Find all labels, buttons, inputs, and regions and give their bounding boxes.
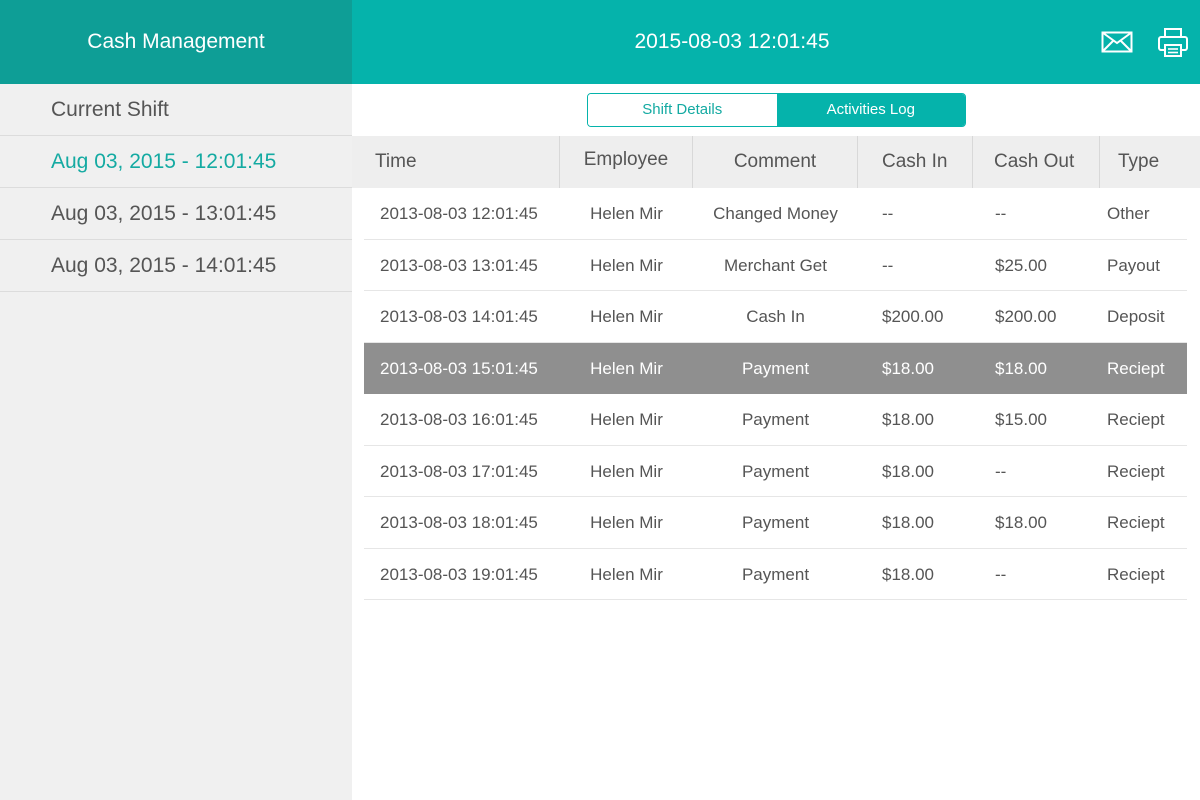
cell-time: 2013-08-03 18:01:45: [380, 513, 538, 532]
cell-time: 2013-08-03 12:01:45: [380, 204, 538, 223]
print-icon[interactable]: [1156, 26, 1190, 58]
cell-comment: Payment: [741, 461, 810, 481]
cell-employee: Helen Mir: [590, 255, 663, 275]
shift-datetime: 2015-08-03 12:01:45: [634, 30, 830, 53]
table-row[interactable]: 2013-08-03 17:01:45 Helen Mir Payment $18.0…: [364, 446, 1187, 497]
cell-type: Reciept: [1107, 358, 1165, 378]
cell-employee: Helen Mir: [590, 358, 663, 378]
mail-icon[interactable]: [1100, 26, 1134, 58]
cell-type: Deposit: [1107, 307, 1165, 326]
table-row[interactable]: 2013-08-03 15:01:45 Helen Mir Payment $18.0…: [364, 342, 1187, 394]
cell-employee: Helen Mir: [590, 564, 663, 584]
cell-cash-out: --: [995, 204, 1007, 223]
sidebar-item-shift[interactable]: Aug 03, 2015 - 14:01:45: [0, 240, 352, 292]
cell-comment: Payment: [741, 410, 810, 429]
cell-comment: Merchant Get: [724, 255, 827, 275]
cell-cash-in: $18.00: [882, 358, 934, 378]
sidebar-item-current-shift[interactable]: Current Shift: [0, 84, 352, 136]
cell-time: 2013-08-03 19:01:45: [380, 564, 538, 584]
table-row[interactable]: 2013-08-03 19:01:45 Helen Mir Payment $18.0…: [364, 549, 1187, 600]
sidebar-item-shift[interactable]: Aug 03, 2015 - 12:01:45: [0, 136, 352, 188]
tab-shift-details[interactable]: Shift Details: [588, 94, 777, 126]
cell-time: 2013-08-03 17:01:45: [380, 461, 538, 481]
cell-cash-out: $18.00: [995, 358, 1047, 378]
cell-cash-out: $25.00: [995, 255, 1047, 275]
table-row[interactable]: 2013-08-03 14:01:45 Helen Mir Cash In $200.…: [364, 291, 1187, 343]
cell-comment: Payment: [741, 513, 810, 532]
cell-comment: Cash In: [746, 307, 805, 326]
cell-type: Payout: [1107, 255, 1160, 275]
column-header-type[interactable]: Type: [1100, 136, 1200, 188]
table-row[interactable]: 2013-08-03 12:01:45 Helen Mir Changed Mone…: [364, 188, 1187, 240]
cell-comment: Payment: [741, 358, 810, 378]
cell-type: Reciept: [1107, 410, 1165, 429]
cell-type: Other: [1107, 204, 1150, 223]
column-header-employee[interactable]: Employee: [560, 136, 693, 188]
cell-employee: Helen Mir: [590, 513, 663, 532]
view-tabs: Shift Details Activities Log: [587, 93, 966, 127]
cell-cash-out: $200.00: [995, 307, 1057, 326]
cell-cash-out: --: [995, 564, 1007, 584]
cell-type: Reciept: [1107, 564, 1165, 584]
cell-employee: Helen Mir: [590, 410, 663, 429]
table-row[interactable]: 2013-08-03 13:01:45 Helen Mir Merchant Get…: [364, 240, 1187, 291]
app-title: Cash Management: [87, 30, 265, 53]
column-header-comment[interactable]: Comment: [693, 136, 858, 188]
table-row[interactable]: 2013-08-03 16:01:45 Helen Mir Payment $18.0…: [364, 394, 1187, 446]
cell-cash-in: $18.00: [882, 513, 934, 532]
cell-type: Reciept: [1107, 461, 1165, 481]
cell-comment: Payment: [741, 564, 810, 584]
cell-cash-in: $18.00: [882, 461, 934, 481]
sidebar-item-shift[interactable]: Aug 03, 2015 - 13:01:45: [0, 188, 352, 240]
top-bar: 2015-08-03 12:01:45: [352, 0, 1200, 84]
table-row[interactable]: 2013-08-03 18:01:45 Helen Mir Payment $18.0…: [364, 497, 1187, 549]
column-header-cash-in[interactable]: Cash In: [858, 136, 973, 188]
cell-cash-in: --: [882, 204, 894, 223]
activity-table-body: 2013-08-03 12:01:45 Helen Mir Changed Mone…: [364, 188, 1187, 600]
cell-time: 2013-08-03 16:01:45: [380, 410, 538, 429]
cell-comment: Changed Money: [713, 204, 838, 223]
app-title-bar: Cash Management: [0, 0, 352, 84]
cell-cash-in: --: [882, 255, 894, 275]
cell-employee: Helen Mir: [590, 461, 663, 481]
cell-type: Reciept: [1107, 513, 1165, 532]
cell-employee: Helen Mir: [590, 204, 663, 223]
cell-cash-in: $200.00: [882, 307, 944, 326]
cell-time: 2013-08-03 13:01:45: [380, 255, 538, 275]
cell-time: 2013-08-03 15:01:45: [380, 358, 538, 378]
cell-time: 2013-08-03 14:01:45: [380, 307, 538, 326]
cell-cash-out: $18.00: [995, 513, 1047, 532]
column-header-time[interactable]: Time: [352, 136, 560, 188]
cell-cash-in: $18.00: [882, 564, 934, 584]
cell-cash-in: $18.00: [882, 410, 934, 429]
cell-cash-out: --: [995, 461, 1007, 481]
table-header: Time Employee Comment Cash In Cash Out T…: [352, 136, 1200, 188]
cell-employee: Helen Mir: [590, 307, 663, 326]
column-header-cash-out[interactable]: Cash Out: [973, 136, 1100, 188]
tab-activities-log[interactable]: Activities Log: [776, 94, 965, 126]
shift-sidebar: Current Shift Aug 03, 2015 - 12:01:45 Aug …: [0, 84, 352, 800]
cell-cash-out: $15.00: [995, 410, 1047, 429]
